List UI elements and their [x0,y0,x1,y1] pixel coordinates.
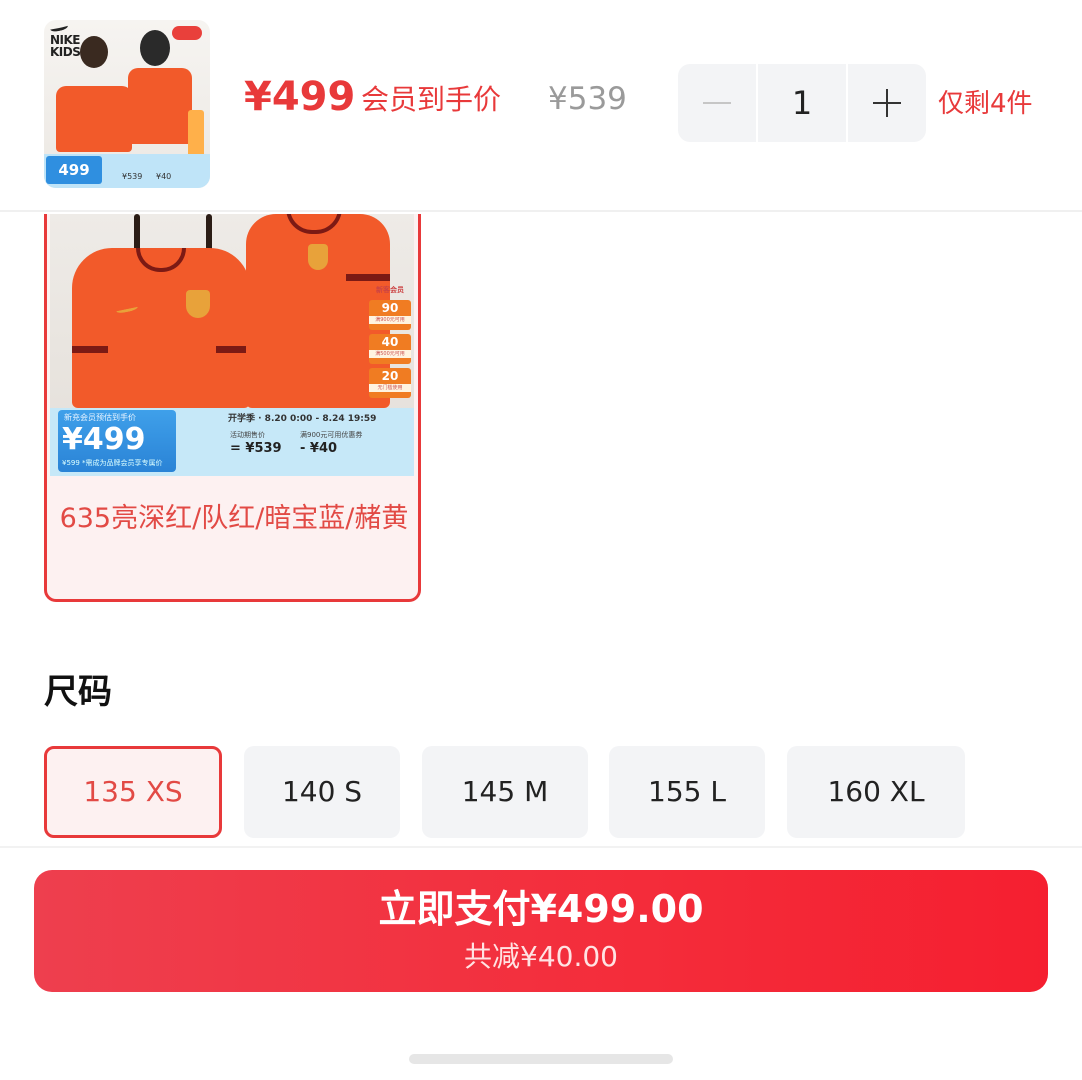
size-option-160-xl[interactable]: 160 XL [787,746,965,838]
pay-now-button[interactable]: 立即支付¥499.00 共减¥40.00 [34,870,1048,992]
stock-remaining: 仅剩4件 [938,89,1033,119]
jersey-left [72,248,250,408]
size-section-title: 尺码 [44,672,112,712]
image-price: ¥499 [62,422,146,457]
color-option-card[interactable]: 新客会员 90 满900元可用 40 满500元可用 20 无门槛使用 新充会员预估到… [44,214,421,602]
quantity-value[interactable]: 1 [758,64,846,142]
footer-divider [0,846,1082,848]
promo-header: 新客会员 [376,286,404,294]
member-price: ¥499 [244,74,356,120]
thumbnail-price-line-1: ¥539 [122,172,143,181]
image-coupon: 满900元可用优惠券 - ¥40 [300,431,363,456]
image-price-tag: 新充会员预估到手价 ¥499 ¥599 *需成为品牌会员享专属价 [58,410,176,472]
quantity-stepper: 1 [678,64,926,142]
size-option-145-m[interactable]: 145 M [422,746,588,838]
nike-swoosh-icon [49,22,69,33]
size-option-135-xs[interactable]: 135 XS [44,746,222,838]
color-option-image: 新客会员 90 满900元可用 40 满500元可用 20 无门槛使用 新充会员预估到… [50,214,414,476]
member-price-label: 会员到手价 [361,83,502,116]
total-discount: 共减¥40.00 [464,940,618,973]
thumbnail-price: 499 [46,156,102,184]
product-thumbnail[interactable]: NIKE KIDS 499 ¥539 ¥40 [44,20,210,188]
promo-tag-stack: 新客会员 90 满900元可用 40 满500元可用 20 无门槛使用 [369,284,411,398]
color-option-name: 635亮深红/队红/暗宝蓝/赭黄 [59,503,409,534]
plus-icon [873,89,901,117]
team-crest-icon [186,290,210,318]
image-sale-price: 活动期售价 = ¥539 [230,431,282,456]
promo-tag: 90 满900元可用 [369,300,411,330]
minus-icon [703,102,731,104]
promo-tag: 40 满500元可用 [369,334,411,364]
home-indicator[interactable] [409,1054,673,1064]
team-crest-icon [308,244,328,270]
size-option-155-l[interactable]: 155 L [609,746,765,838]
thumbnail-price-box: 499 ¥539 ¥40 [44,154,210,188]
thumbnail-kid-right [124,24,194,164]
image-price-box: 新充会员预估到手价 ¥499 ¥599 *需成为品牌会员享专属价 开学季 · 8… [50,408,414,476]
promo-tag: 20 无门槛使用 [369,368,411,398]
thumbnail-kid-left [54,34,134,164]
original-price: ¥539 [548,81,627,117]
size-option-140-s[interactable]: 140 S [244,746,400,838]
decrease-quantity-button[interactable] [678,64,756,142]
pay-now-label: 立即支付¥499.00 [378,887,704,931]
increase-quantity-button[interactable] [848,64,926,142]
product-header: NIKE KIDS 499 ¥539 ¥40 ¥499 会员到手价 ¥539 1… [0,0,1082,212]
thumbnail-price-line-2: ¥40 [156,172,172,181]
sale-period: 开学季 · 8.20 0:00 - 8.24 19:59 [228,414,377,424]
